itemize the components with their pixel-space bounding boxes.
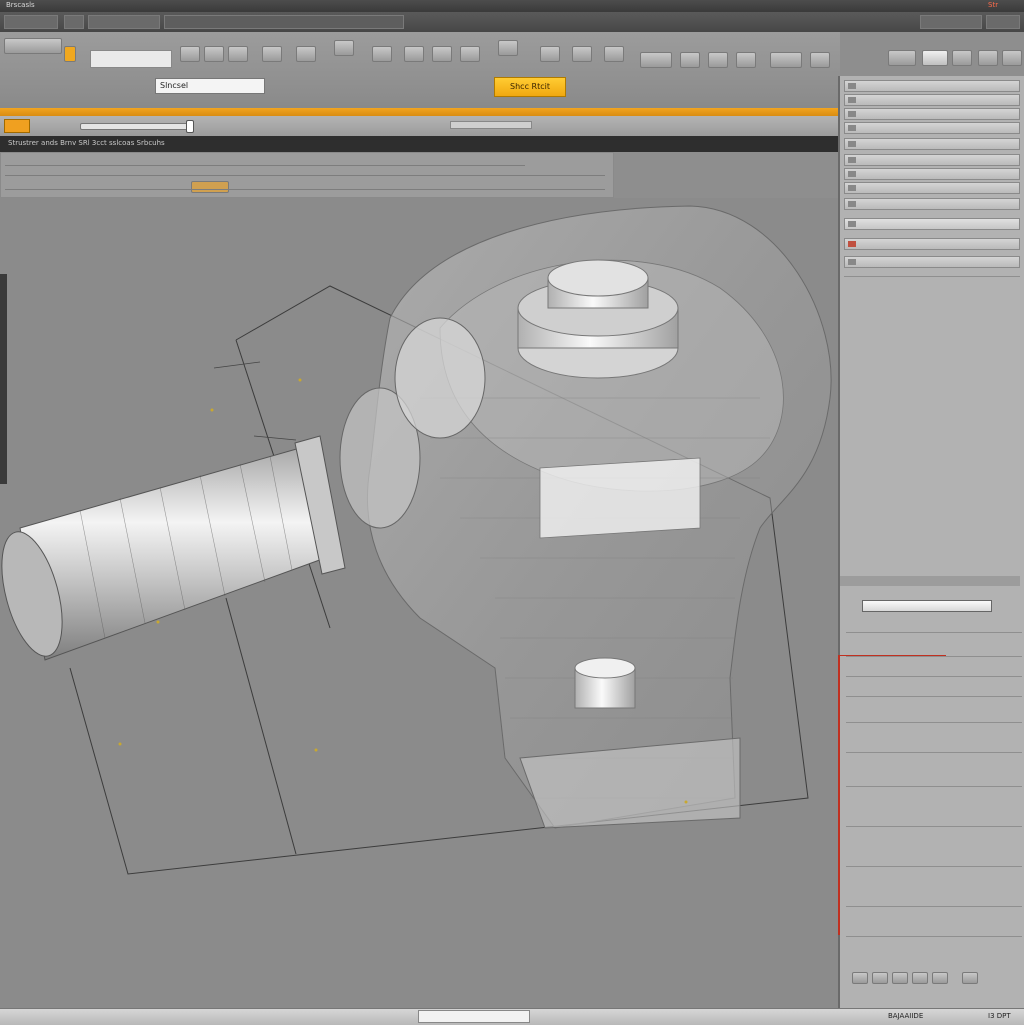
ribbon-button[interactable]	[888, 50, 916, 66]
panel-row[interactable]	[844, 198, 1020, 210]
status-input[interactable]	[418, 1010, 530, 1023]
ribbon-button[interactable]	[228, 46, 248, 62]
panel-row[interactable]	[844, 108, 1020, 120]
title-right-text: Str	[988, 1, 999, 9]
status-right-text: BAJAAIIDE	[888, 1012, 924, 1020]
properties-header	[840, 576, 1020, 586]
ribbon-button[interactable]	[810, 52, 830, 68]
ribbon-button[interactable]	[460, 46, 480, 62]
timeline-slider[interactable]	[80, 123, 194, 130]
ribbon-button[interactable]	[204, 46, 224, 62]
tab-bar	[0, 12, 1024, 32]
accent-strip	[0, 108, 840, 116]
tab[interactable]	[164, 15, 404, 29]
ribbon-button[interactable]	[1002, 50, 1022, 66]
ribbon-input[interactable]	[90, 50, 172, 68]
panel-button[interactable]	[191, 181, 229, 193]
ribbon-button[interactable]	[572, 46, 592, 62]
secondary-slider[interactable]	[450, 121, 532, 129]
tab[interactable]	[986, 15, 1020, 29]
ribbon-button[interactable]	[708, 52, 728, 68]
ribbon-button[interactable]	[372, 46, 392, 62]
panel-row[interactable]	[844, 138, 1020, 150]
ribbon-button[interactable]	[262, 46, 282, 62]
panel-row[interactable]	[844, 94, 1020, 106]
title-bar: Brscasls Str	[0, 0, 1024, 12]
ribbon-button[interactable]	[4, 38, 62, 54]
panel-button[interactable]	[892, 972, 908, 984]
ribbon-button[interactable]	[540, 46, 560, 62]
ribbon-toolbar	[0, 32, 1022, 109]
properties-list	[842, 626, 1022, 1006]
tab[interactable]	[4, 15, 58, 29]
title-left-text: Brscasls	[6, 1, 35, 9]
model-wireframe	[1, 205, 832, 875]
ribbon-button[interactable]	[952, 50, 972, 66]
viewport-edge	[0, 274, 7, 484]
panel-row[interactable]	[844, 256, 1020, 268]
selection-field[interactable]: Slncsel	[155, 78, 265, 94]
ribbon-button[interactable]	[736, 52, 756, 68]
ribbon-button[interactable]	[498, 40, 518, 56]
viewport-header: Strustrer ands Brnv SRl 3cct sslcoas Srb…	[0, 136, 840, 152]
panel-row[interactable]	[844, 238, 1020, 250]
panel-row[interactable]	[844, 154, 1020, 166]
ribbon-button[interactable]	[404, 46, 424, 62]
timeline-marker[interactable]	[4, 119, 30, 133]
tab[interactable]	[88, 15, 160, 29]
ribbon-button[interactable]	[296, 46, 316, 62]
properties-slider[interactable]	[862, 600, 992, 612]
selection-marker	[838, 655, 946, 656]
ribbon-button[interactable]	[978, 50, 998, 66]
panel-button[interactable]	[872, 972, 888, 984]
ribbon-button[interactable]	[64, 46, 76, 62]
action-button[interactable]: Shcc Rtcit	[494, 77, 566, 97]
ribbon-button[interactable]	[180, 46, 200, 62]
panel-button[interactable]	[962, 972, 978, 984]
panel-row[interactable]	[844, 218, 1020, 230]
slider-handle[interactable]	[186, 120, 194, 133]
panel-row[interactable]	[844, 80, 1020, 92]
ribbon-button[interactable]	[334, 40, 354, 56]
panel-row[interactable]	[844, 182, 1020, 194]
panel-row[interactable]	[844, 168, 1020, 180]
ribbon-button[interactable]	[770, 52, 802, 68]
status-far-right: I3 DPT	[988, 1012, 1011, 1020]
ribbon-button[interactable]	[922, 50, 948, 66]
ribbon-button[interactable]	[432, 46, 452, 62]
tab[interactable]	[64, 15, 84, 29]
operation-panel	[0, 152, 614, 198]
selection-marker	[838, 655, 840, 935]
panel-button[interactable]	[852, 972, 868, 984]
viewport-header-text: Strustrer ands Brnv SRl 3cct sslcoas Srb…	[8, 139, 165, 147]
panel-button[interactable]	[932, 972, 948, 984]
tab[interactable]	[920, 15, 982, 29]
panel-row[interactable]	[844, 122, 1020, 134]
ribbon-button[interactable]	[604, 46, 624, 62]
ribbon-button[interactable]	[680, 52, 700, 68]
3d-viewport[interactable]	[0, 198, 838, 1008]
panel-button[interactable]	[912, 972, 928, 984]
ribbon-button[interactable]	[640, 52, 672, 68]
